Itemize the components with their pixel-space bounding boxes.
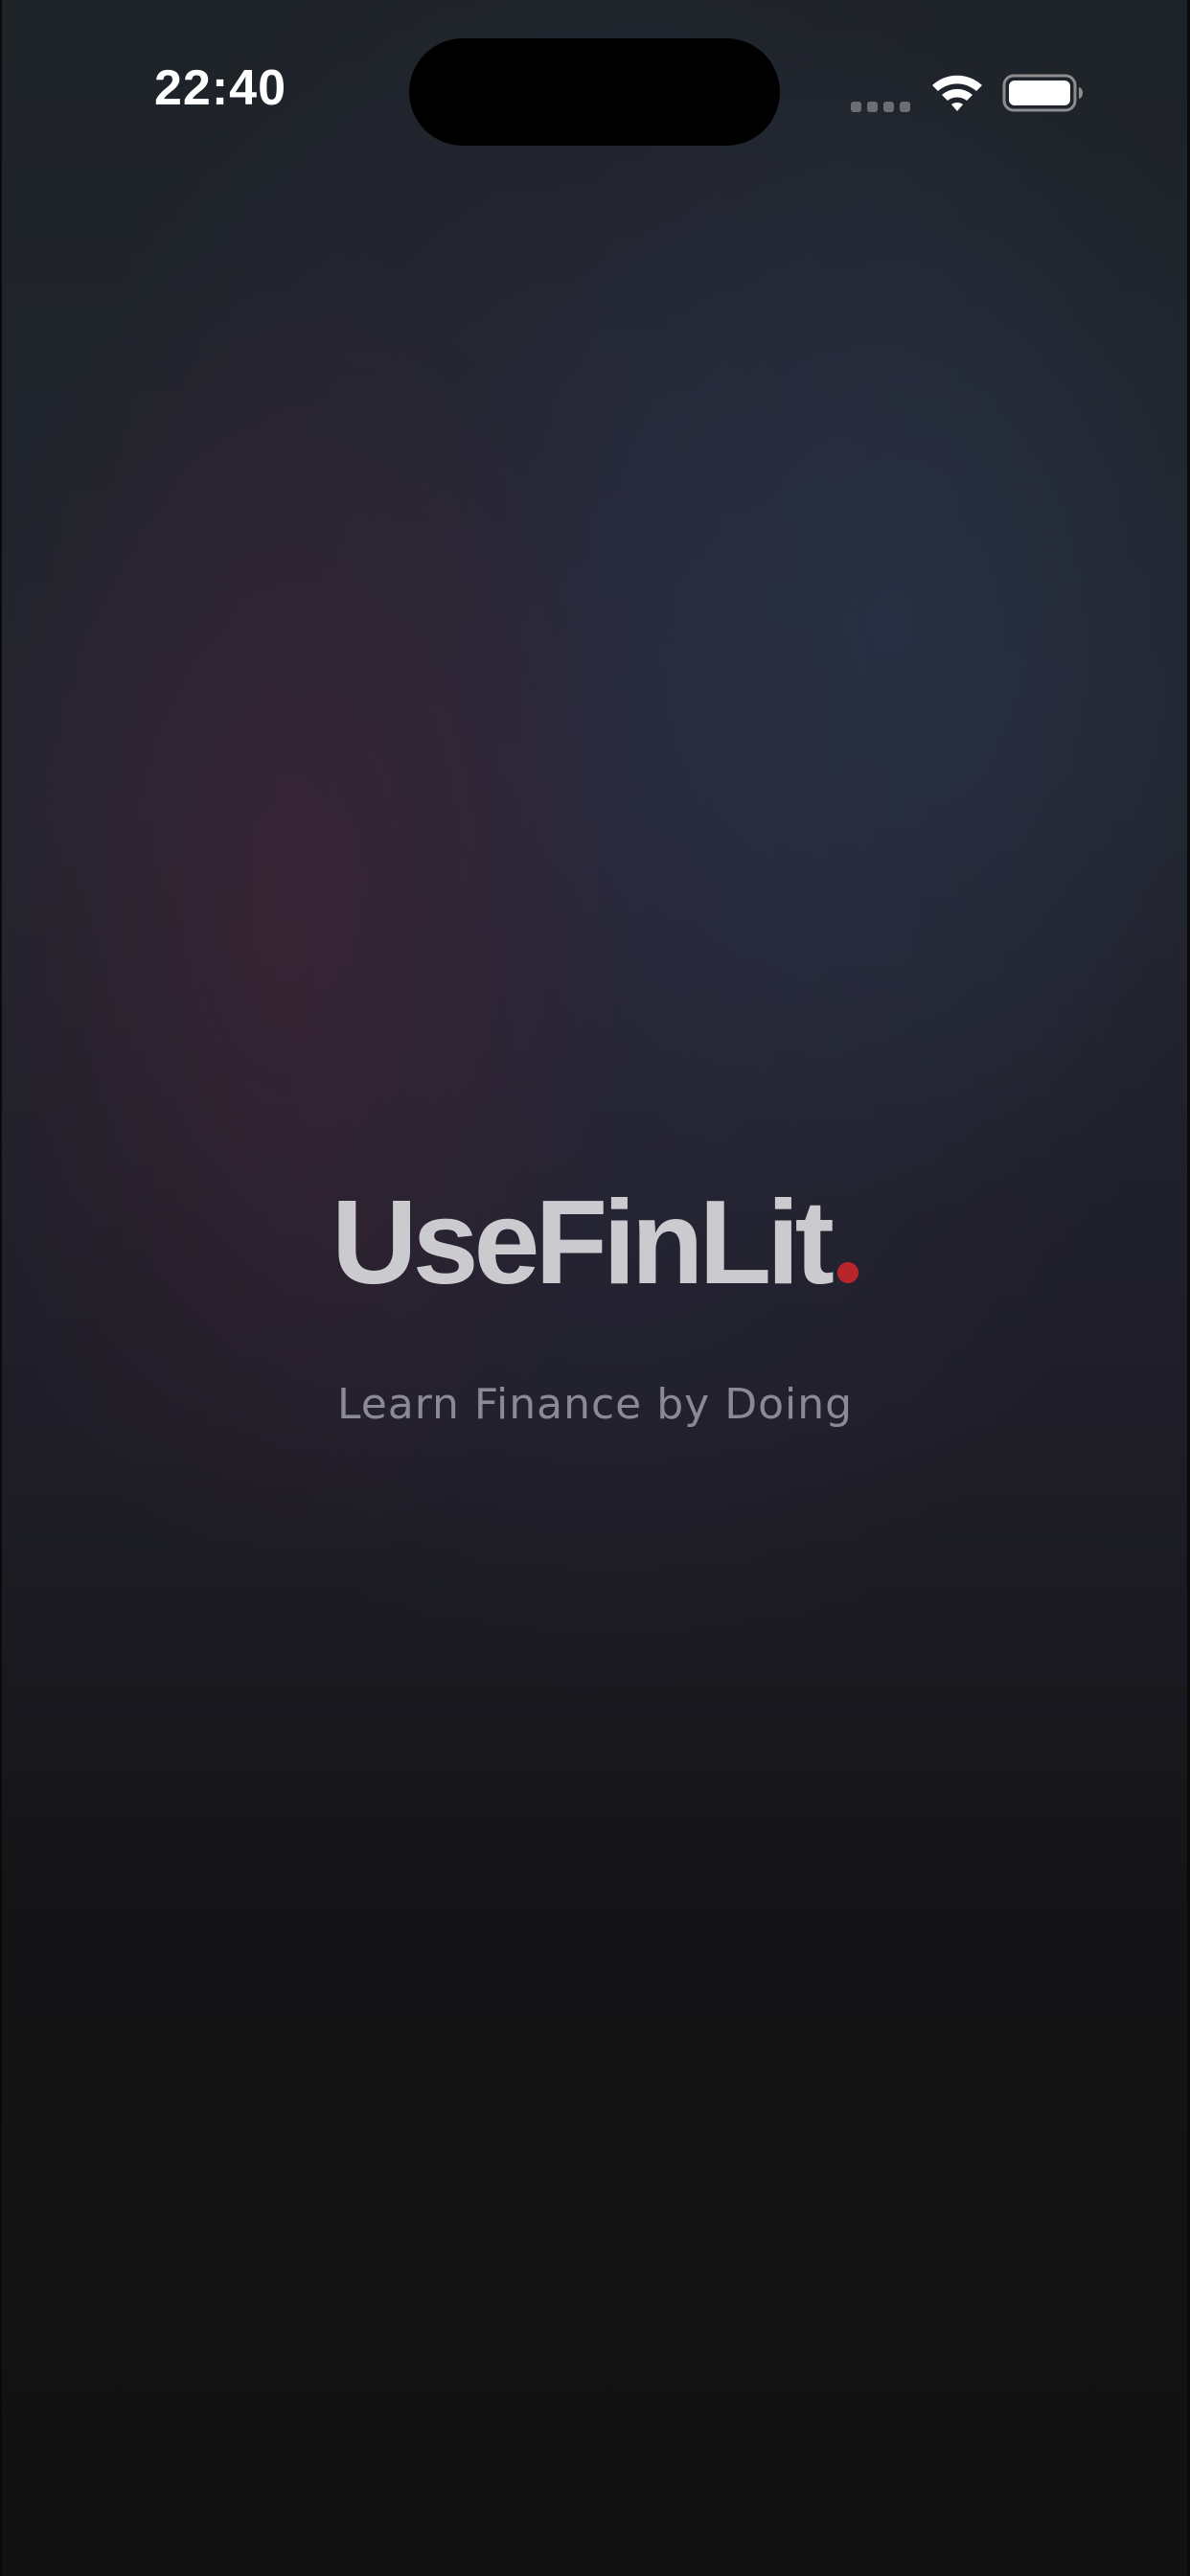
brand-dot-icon [836,1262,858,1283]
dynamic-island [409,38,780,146]
splash-screen: 22:40 UseFinLit Learn Finance by Doing [0,0,1190,2576]
status-bar: 22:40 [0,0,1190,182]
battery-icon [1002,73,1085,113]
brand-logo: UseFinLit [0,1184,1190,1302]
wifi-icon [929,71,985,113]
tagline: Learn Finance by Doing [336,1380,854,1429]
status-time: 22:40 [154,60,286,116]
brand-name: UseFinLit [332,1177,835,1309]
signal-icon [851,102,910,113]
